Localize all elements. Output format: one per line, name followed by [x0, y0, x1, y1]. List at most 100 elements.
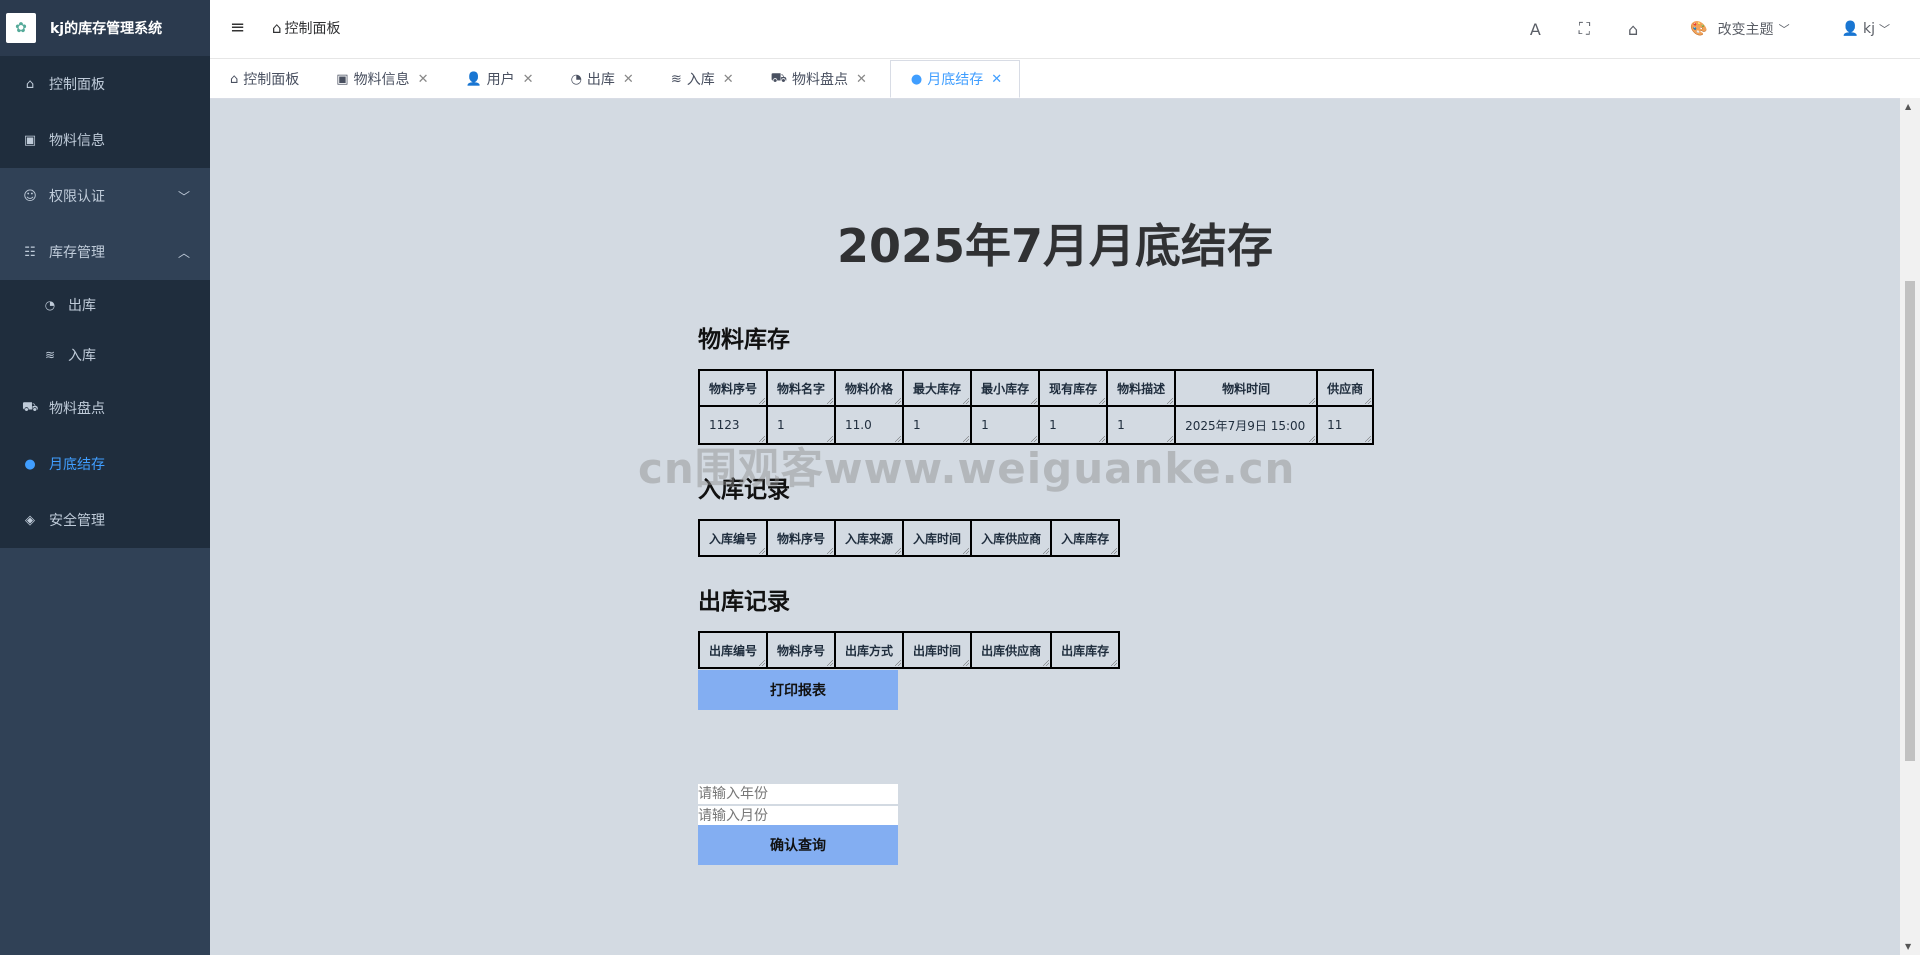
close-icon[interactable]: ✕	[418, 72, 429, 87]
column-header: 出库供应商	[970, 631, 1053, 669]
chevron-down-icon: ﹀	[1778, 23, 1790, 36]
font-size-icon[interactable]: A	[1530, 20, 1541, 39]
column-header: 物料名字	[766, 369, 837, 407]
outbound-table: 出库编号 物料序号 出库方式 出库时间 出库供应商 出库库存	[697, 631, 1121, 669]
pinterest-icon: ●	[24, 456, 36, 472]
column-header: 入库供应商	[970, 519, 1053, 557]
bus-icon: ▣	[336, 71, 349, 87]
sidebar-item-label: 安全管理	[49, 513, 105, 529]
pie-icon: ◔	[570, 71, 582, 87]
tab-monthly-balance[interactable]: ● 月底结存 ✕	[889, 60, 1021, 98]
sidebar-item-label: 出库	[68, 298, 96, 314]
sidebar-item-security[interactable]: ◈ 安全管理	[0, 492, 210, 548]
column-header: 供应商	[1316, 369, 1375, 407]
scrollbar-thumb[interactable]	[1905, 281, 1915, 761]
tab-label: 用户	[486, 72, 515, 88]
truck-icon: ⛟	[22, 399, 39, 415]
sidebar-item-permissions[interactable]: ☺ 权限认证 ﹀	[0, 168, 210, 224]
column-header: 物料价格	[834, 369, 905, 407]
close-icon[interactable]: ✕	[523, 72, 534, 87]
main-content: 2025年7月月底结存 物料库存 物料序号 物料名字 物料价格 最大库存 最小库…	[210, 98, 1900, 955]
home-icon[interactable]: ⌂	[1628, 20, 1638, 39]
close-icon[interactable]: ✕	[723, 72, 734, 87]
page-title: 2025年7月月底结存	[836, 219, 1274, 273]
breadcrumb-item[interactable]: 控制面板	[285, 18, 341, 38]
column-header: 入库编号	[697, 519, 769, 557]
home-icon: ⌂	[230, 71, 239, 87]
year-input[interactable]	[698, 784, 898, 804]
sidebar: ✿ kj的库存管理系统 ⌂ 控制面板 ▣ 物料信息 ☺ 权限认证 ﹀ ☷ 库存管…	[0, 0, 210, 955]
inventory-table: 物料序号 物料名字 物料价格 最大库存 最小库存 现有库存 物料描述 物料时间 …	[697, 369, 1375, 445]
sidebar-item-monthly-balance[interactable]: ● 月底结存	[0, 436, 210, 492]
sidebar-item-label: 物料信息	[49, 133, 105, 149]
column-header: 入库来源	[834, 519, 905, 557]
wind-icon: ≋	[670, 71, 682, 87]
sidebar-item-dashboard[interactable]: ⌂ 控制面板	[0, 56, 210, 112]
table-cell: 11	[1316, 405, 1375, 445]
hamburger-icon[interactable]: ≡	[230, 17, 245, 38]
sidebar-item-label: 权限认证	[49, 189, 105, 205]
navbar: ≡ ⌂ 控制面板 A ⛶ ⌂ 🎨 改变主题 ﹀ 👤 kj ﹀	[210, 0, 1920, 59]
tab-label: 物料信息	[353, 72, 410, 88]
tab-stocktake[interactable]: ⛟ 物料盘点 ✕	[751, 60, 884, 98]
wind-icon: ≋	[44, 348, 56, 362]
column-header: 出库时间	[902, 631, 973, 669]
theme-dropdown[interactable]: 🎨 改变主题 ﹀	[1690, 19, 1789, 39]
table-header-row: 物料序号 物料名字 物料价格 最大库存 最小库存 现有库存 物料描述 物料时间 …	[697, 369, 1375, 407]
column-header: 物料序号	[766, 519, 837, 557]
confirm-query-button[interactable]: 确认查询	[698, 825, 898, 865]
close-icon[interactable]: ✕	[856, 72, 867, 87]
pinterest-icon: ●	[910, 71, 923, 87]
tab-materials[interactable]: ▣ 物料信息 ✕	[316, 60, 445, 98]
month-input[interactable]	[698, 806, 898, 826]
fullscreen-icon[interactable]: ⛶	[1579, 19, 1590, 39]
close-icon[interactable]: ✕	[623, 72, 634, 87]
tab-inbound[interactable]: ≋ 入库 ✕	[651, 60, 751, 98]
truck-icon: ⛟	[770, 70, 787, 86]
tab-users[interactable]: 👤 用户 ✕	[445, 60, 550, 98]
sidebar-item-label: 控制面板	[49, 77, 105, 93]
column-header: 物料时间	[1174, 369, 1319, 407]
column-header: 出库库存	[1050, 631, 1121, 669]
sidebar-item-label: 物料盘点	[49, 401, 105, 417]
column-header: 物料序号	[697, 369, 769, 407]
sidebar-item-label: 入库	[68, 348, 96, 364]
sidebar-item-label: 月底结存	[49, 457, 105, 473]
home-icon: ⌂	[25, 76, 35, 92]
tab-label: 出库	[586, 72, 615, 88]
tab-dashboard[interactable]: ⌂ 控制面板	[210, 60, 316, 98]
bus-icon: ▣	[23, 132, 37, 148]
user-dropdown[interactable]: 👤 kj ﹀	[1842, 21, 1890, 37]
sidebar-item-materials[interactable]: ▣ 物料信息	[0, 112, 210, 168]
sidebar-item-inventory[interactable]: ☷ 库存管理 ︿	[0, 224, 210, 280]
sidebar-item-outbound[interactable]: ◔ 出库	[0, 280, 210, 330]
chevron-down-icon: ﹀	[1879, 23, 1890, 36]
print-report-button[interactable]: 打印报表	[698, 670, 898, 710]
sidebar-item-inbound[interactable]: ≋ 入库	[0, 330, 210, 380]
sidebar-item-stocktake[interactable]: ⛟ 物料盘点	[0, 380, 210, 436]
watermark: cn围观客www.weiguanke.cn	[638, 444, 1296, 493]
column-header: 物料序号	[766, 631, 837, 669]
logo-icon: ✿	[6, 13, 36, 43]
inbound-table: 入库编号 物料序号 入库来源 入库时间 入库供应商 入库库存	[697, 519, 1121, 557]
tab-label: 入库	[686, 72, 715, 88]
logo-area[interactable]: ✿ kj的库存管理系统	[0, 0, 210, 56]
shield-icon: ◈	[25, 512, 35, 528]
tab-label: 控制面板	[243, 72, 300, 88]
pie-icon: ◔	[44, 298, 56, 312]
sidebar-item-label: 库存管理	[49, 245, 105, 261]
column-header: 最小库存	[970, 369, 1041, 407]
tab-outbound[interactable]: ◔ 出库 ✕	[551, 60, 651, 98]
table-header-row: 入库编号 物料序号 入库来源 入库时间 入库供应商 入库库存	[697, 519, 1121, 557]
scroll-down-icon[interactable]: ▼	[1905, 942, 1911, 951]
theme-label: 改变主题	[1717, 22, 1774, 38]
tab-label: 物料盘点	[791, 72, 848, 88]
inventory-submenu: ◔ 出库 ≋ 入库	[0, 280, 210, 380]
close-icon[interactable]: ✕	[991, 72, 1002, 87]
column-header: 物料描述	[1106, 369, 1177, 407]
scroll-up-icon[interactable]: ▲	[1905, 102, 1911, 111]
scrollbar[interactable]: ▲ ▼	[1900, 98, 1920, 955]
column-header: 出库方式	[834, 631, 905, 669]
user-icon: 👤	[1841, 21, 1859, 37]
inventory-title: 物料库存	[698, 327, 790, 353]
